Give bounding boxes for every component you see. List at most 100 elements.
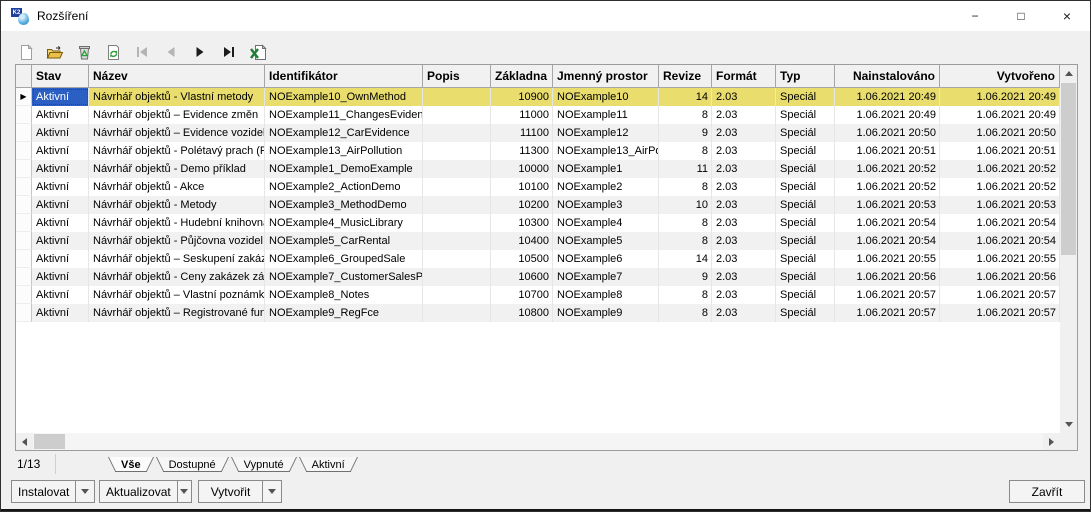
scroll-down-button[interactable] [1060, 416, 1077, 433]
cell-jmenny_prostor[interactable]: NOExample3 [553, 196, 659, 214]
column-header-nainstalovano[interactable]: Nainstalováno [835, 65, 940, 88]
horizontal-scrollbar[interactable] [16, 433, 1060, 450]
cell-popis[interactable] [423, 250, 491, 268]
cell-nazev[interactable]: Návrhář objektů - Půjčovna vozidel [89, 232, 265, 250]
tab-vypnute[interactable]: Vypnuté [231, 457, 297, 472]
maximize-button[interactable]: □ [998, 1, 1044, 31]
row-selector-cell[interactable] [16, 106, 32, 124]
next-record-icon[interactable] [191, 43, 209, 61]
cell-nainstalovano[interactable]: 1.06.2021 20:57 [835, 286, 940, 304]
cell-typ[interactable]: Speciál [776, 124, 835, 142]
table-row[interactable]: Aktivní Návrhář objektů - Akce NOExample2_… [16, 178, 1060, 196]
column-header-identifikator[interactable]: Identifikátor [265, 65, 423, 88]
tab-dostupne[interactable]: Dostupné [156, 457, 229, 472]
cell-stav[interactable]: Aktivní [32, 106, 89, 124]
update-button[interactable]: Aktualizovat [99, 480, 192, 503]
cell-stav[interactable]: Aktivní [32, 178, 89, 196]
column-header-jmenny_prostor[interactable]: Jmenný prostor [553, 65, 659, 88]
cell-identifikator[interactable]: NOExample8_Notes [265, 286, 423, 304]
cell-typ[interactable]: Speciál [776, 196, 835, 214]
cell-identifikator[interactable]: NOExample9_RegFce [265, 304, 423, 322]
row-selector-cell[interactable] [16, 142, 32, 160]
cell-jmenny_prostor[interactable]: NOExample2 [553, 178, 659, 196]
table-row[interactable]: Aktivní Návrhář objektů – Evidence změn NO… [16, 106, 1060, 124]
cell-zakladna[interactable]: 10400 [491, 232, 553, 250]
cell-typ[interactable]: Speciál [776, 232, 835, 250]
cell-nazev[interactable]: Návrhář objektů - Polétavý prach (P [89, 142, 265, 160]
cell-popis[interactable] [423, 106, 491, 124]
cell-vytvoreno[interactable]: 1.06.2021 20:55 [940, 250, 1060, 268]
row-selector-cell[interactable] [16, 250, 32, 268]
cell-zakladna[interactable]: 10100 [491, 178, 553, 196]
create-dropdown-arrow[interactable] [262, 481, 281, 502]
cell-nazev[interactable]: Návrhář objektů - Ceny zakázek zák [89, 268, 265, 286]
recycle-bin-icon[interactable] [75, 43, 93, 61]
cell-stav[interactable]: Aktivní [32, 214, 89, 232]
cell-format[interactable]: 2.03 [712, 88, 776, 106]
table-row[interactable]: ▶ Aktivní Návrhář objektů - Vlastní metody… [16, 88, 1060, 106]
scroll-left-button[interactable] [16, 433, 33, 450]
cell-revize[interactable]: 8 [659, 178, 712, 196]
cell-vytvoreno[interactable]: 1.06.2021 20:56 [940, 268, 1060, 286]
cell-identifikator[interactable]: NOExample13_AirPollution [265, 142, 423, 160]
cell-revize[interactable]: 9 [659, 124, 712, 142]
cell-stav[interactable]: Aktivní [32, 124, 89, 142]
cell-format[interactable]: 2.03 [712, 160, 776, 178]
cell-nazev[interactable]: Návrhář objektů - Metody [89, 196, 265, 214]
cell-zakladna[interactable]: 10800 [491, 304, 553, 322]
cell-nainstalovano[interactable]: 1.06.2021 20:54 [835, 214, 940, 232]
cell-jmenny_prostor[interactable]: NOExample13_AirPollu [553, 142, 659, 160]
table-row[interactable]: Aktivní Návrhář objektů - Demo příklad NOE… [16, 160, 1060, 178]
table-row[interactable]: Aktivní Návrhář objektů - Ceny zakázek zá… [16, 268, 1060, 286]
cell-vytvoreno[interactable]: 1.06.2021 20:49 [940, 88, 1060, 106]
cell-zakladna[interactable]: 10000 [491, 160, 553, 178]
cell-nazev[interactable]: Návrhář objektů – Seskupení zakáze [89, 250, 265, 268]
cell-zakladna[interactable]: 11300 [491, 142, 553, 160]
row-selector-cell[interactable] [16, 268, 32, 286]
cell-stav[interactable]: Aktivní [32, 196, 89, 214]
close-button[interactable]: Zavřít [1009, 480, 1085, 503]
cell-identifikator[interactable]: NOExample1_DemoExample [265, 160, 423, 178]
cell-stav[interactable]: Aktivní [32, 250, 89, 268]
cell-nazev[interactable]: Návrhář objektů – Evidence změn [89, 106, 265, 124]
install-dropdown-arrow[interactable] [75, 481, 94, 502]
cell-zakladna[interactable]: 10900 [491, 88, 553, 106]
cell-nainstalovano[interactable]: 1.06.2021 20:54 [835, 232, 940, 250]
first-record-icon[interactable] [133, 43, 151, 61]
table-row[interactable]: Aktivní Návrhář objektů – Seskupení zakáz… [16, 250, 1060, 268]
table-row[interactable]: Aktivní Návrhář objektů – Evidence vozide… [16, 124, 1060, 142]
cell-jmenny_prostor[interactable]: NOExample5 [553, 232, 659, 250]
cell-nainstalovano[interactable]: 1.06.2021 20:56 [835, 268, 940, 286]
column-header-typ[interactable]: Typ [776, 65, 835, 88]
cell-identifikator[interactable]: NOExample6_GroupedSale [265, 250, 423, 268]
cell-vytvoreno[interactable]: 1.06.2021 20:49 [940, 106, 1060, 124]
cell-nainstalovano[interactable]: 1.06.2021 20:52 [835, 160, 940, 178]
column-header-format[interactable]: Formát [712, 65, 776, 88]
cell-typ[interactable]: Speciál [776, 160, 835, 178]
cell-identifikator[interactable]: NOExample11_ChangesEvidence [265, 106, 423, 124]
cell-nainstalovano[interactable]: 1.06.2021 20:49 [835, 106, 940, 124]
cell-popis[interactable] [423, 142, 491, 160]
cell-zakladna[interactable]: 10300 [491, 214, 553, 232]
cell-typ[interactable]: Speciál [776, 286, 835, 304]
table-row[interactable]: Aktivní Návrhář objektů - Polétavý prach … [16, 142, 1060, 160]
row-selector-cell[interactable] [16, 124, 32, 142]
cell-stav[interactable]: Aktivní [32, 268, 89, 286]
last-record-icon[interactable] [220, 43, 238, 61]
cell-popis[interactable] [423, 286, 491, 304]
vertical-scrollbar[interactable] [1060, 65, 1077, 433]
cell-format[interactable]: 2.03 [712, 106, 776, 124]
cell-popis[interactable] [423, 88, 491, 106]
cell-format[interactable]: 2.03 [712, 214, 776, 232]
cell-format[interactable]: 2.03 [712, 142, 776, 160]
cell-nainstalovano[interactable]: 1.06.2021 20:53 [835, 196, 940, 214]
cell-nazev[interactable]: Návrhář objektů - Demo příklad [89, 160, 265, 178]
cell-typ[interactable]: Speciál [776, 214, 835, 232]
cell-typ[interactable]: Speciál [776, 106, 835, 124]
scroll-up-button[interactable] [1060, 65, 1077, 82]
cell-typ[interactable]: Speciál [776, 88, 835, 106]
cell-vytvoreno[interactable]: 1.06.2021 20:52 [940, 160, 1060, 178]
row-selector-cell[interactable] [16, 160, 32, 178]
new-document-icon[interactable] [17, 43, 35, 61]
cell-popis[interactable] [423, 232, 491, 250]
